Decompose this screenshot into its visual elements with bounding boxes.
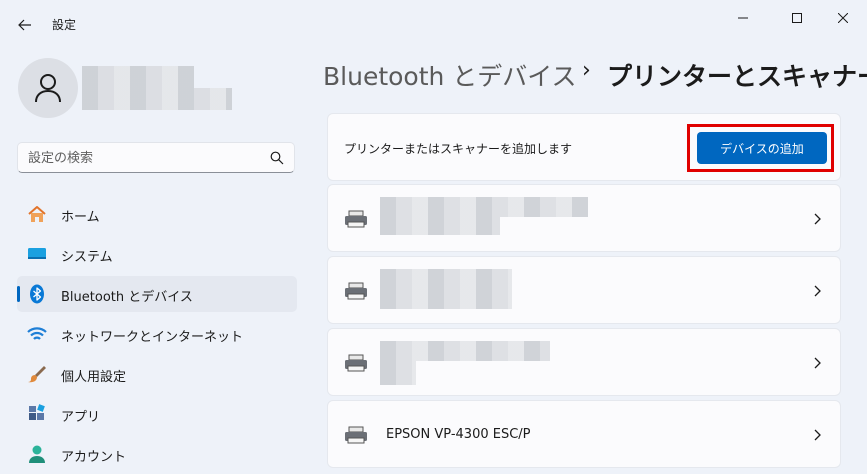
redacted-printer-status xyxy=(380,361,416,385)
back-button[interactable] xyxy=(12,12,38,38)
add-device-label: プリンターまたはスキャナーを追加します xyxy=(344,142,573,156)
redacted-printer-name xyxy=(380,197,588,217)
bluetooth-icon xyxy=(30,284,44,304)
redacted-printer-status xyxy=(380,289,512,309)
sidebar-item-home[interactable]: ホーム xyxy=(17,196,297,232)
add-device-button[interactable]: デバイスの追加 xyxy=(697,132,827,164)
maximize-icon xyxy=(792,13,802,23)
sidebar-item-network[interactable]: ネットワークとインターネット xyxy=(17,316,297,352)
chevron-right-icon xyxy=(814,429,821,441)
printer-name: EPSON VP-4300 ESC/P xyxy=(386,427,531,442)
search-icon xyxy=(270,151,284,165)
sidebar-item-label: Bluetooth とデバイス xyxy=(61,290,193,305)
printer-icon xyxy=(345,426,367,444)
sidebar-item-label: ネットワークとインターネット xyxy=(61,330,244,345)
printer-row[interactable]: EPSON VP-4300 ESC/P xyxy=(327,400,841,468)
sidebar-item-label: 個人用設定 xyxy=(61,370,127,385)
back-arrow-icon xyxy=(18,19,31,31)
chevron-right-icon xyxy=(814,213,821,225)
printer-row[interactable] xyxy=(327,328,841,396)
chevron-right-icon xyxy=(814,285,821,297)
sidebar-item-system[interactable]: システム xyxy=(17,236,297,272)
sidebar-item-accounts[interactable]: アカウント xyxy=(17,436,297,472)
search-input[interactable] xyxy=(28,148,258,168)
printer-row[interactable] xyxy=(327,256,841,324)
home-icon xyxy=(28,206,46,222)
system-icon xyxy=(28,248,46,259)
maximize-button[interactable] xyxy=(774,0,820,36)
redacted-printer-status xyxy=(380,217,500,235)
close-icon xyxy=(838,13,848,23)
sidebar-item-bluetooth[interactable]: Bluetooth とデバイス xyxy=(17,276,297,312)
printer-icon xyxy=(345,354,367,372)
account-icon xyxy=(29,445,45,463)
person-icon xyxy=(35,74,61,103)
sidebar-item-label: ホーム xyxy=(61,210,100,225)
minimize-button[interactable] xyxy=(720,0,766,36)
printer-icon xyxy=(345,282,367,300)
close-button[interactable] xyxy=(820,0,866,36)
printer-row[interactable] xyxy=(327,184,841,252)
sidebar-item-label: システム xyxy=(61,250,113,265)
breadcrumb-separator: › xyxy=(582,58,591,83)
page-title: プリンターとスキャナー xyxy=(607,62,867,91)
active-indicator xyxy=(17,286,20,302)
breadcrumb-parent[interactable]: Bluetooth とデバイス xyxy=(323,57,577,93)
minimize-icon xyxy=(738,17,748,19)
sidebar-item-label: アカウント xyxy=(61,450,127,465)
sidebar-item-label: アプリ xyxy=(61,410,101,425)
redacted-printer-name xyxy=(380,269,512,289)
wifi-icon xyxy=(27,327,47,340)
chevron-right-icon xyxy=(814,357,821,369)
window-title: 設定 xyxy=(52,18,77,32)
search-box[interactable] xyxy=(17,142,295,173)
redacted-printer-name xyxy=(380,341,550,361)
brush-icon xyxy=(28,366,46,383)
sidebar-item-personalization[interactable]: 個人用設定 xyxy=(17,356,297,392)
sidebar-item-apps[interactable]: アプリ xyxy=(17,396,297,432)
redacted-user-name xyxy=(82,66,194,88)
title-bar: 設定 xyxy=(0,0,867,48)
add-device-card: プリンターまたはスキャナーを追加します デバイスの追加 xyxy=(327,113,841,181)
apps-icon xyxy=(29,404,45,420)
redacted-user-email xyxy=(82,88,232,110)
printer-icon xyxy=(345,210,367,228)
avatar[interactable] xyxy=(18,58,78,118)
